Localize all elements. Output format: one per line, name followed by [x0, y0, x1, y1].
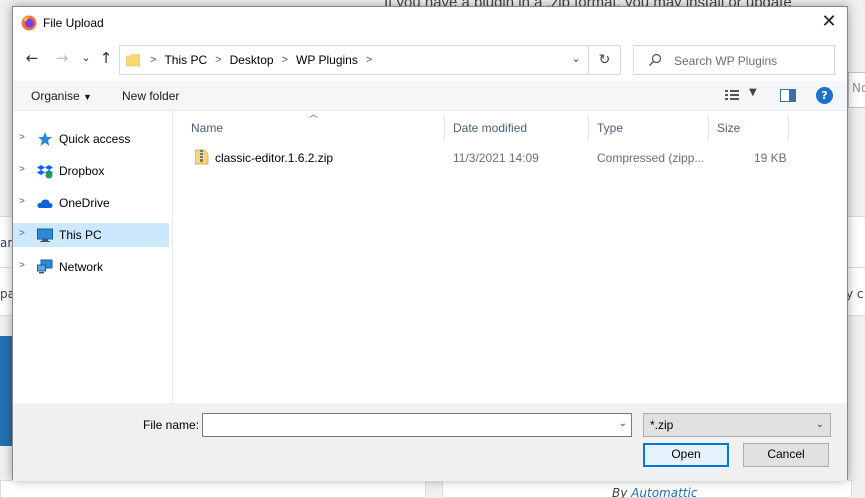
search-placeholder: Search WP Plugins — [674, 54, 778, 68]
back-button[interactable]: ← — [21, 47, 43, 71]
file-date: 11/3/2021 14:09 — [453, 151, 539, 165]
nav-item-onedrive[interactable]: > OneDrive — [13, 191, 169, 215]
search-box[interactable]: Search WP Plugins — [633, 45, 835, 75]
cancel-button[interactable]: Cancel — [743, 443, 829, 467]
background-author-link[interactable]: Automattic — [631, 486, 697, 498]
file-row[interactable]: classic-editor.1.6.2.zip 11/3/2021 14:09… — [183, 147, 787, 169]
organise-button[interactable]: Organise ▼ — [31, 89, 92, 103]
network-icon — [37, 259, 53, 274]
computer-icon — [37, 228, 53, 242]
background-author: By Automattic — [612, 486, 698, 498]
star-icon — [38, 132, 52, 146]
nav-item-quick-access[interactable]: > Quick access — [13, 127, 169, 151]
chevron-down-icon[interactable]: ⌄ — [619, 418, 627, 429]
column-header-date-modified[interactable]: Date modified — [445, 115, 589, 139]
view-options-icon[interactable] — [725, 89, 739, 101]
forward-button[interactable]: → — [51, 47, 73, 71]
zip-folder-icon — [195, 149, 209, 165]
file-name-label: File name: — [143, 418, 200, 432]
file-name-combobox[interactable]: ⌄ — [202, 413, 632, 437]
chevron-down-icon[interactable]: ⌄ — [568, 52, 584, 68]
background-card — [0, 480, 426, 498]
background-plugin-banner — [0, 336, 12, 446]
breadcrumb: > This PC > Desktop > WP Plugins > — [150, 53, 380, 67]
navigation-pane: > Quick access > Dropbox > OneDrive > Th… — [13, 111, 173, 403]
up-button[interactable]: ↑ — [95, 47, 117, 71]
file-upload-dialog: File Upload ✕ ← → ⌄ ↑ > This PC > Deskto… — [12, 6, 849, 481]
navigation-row: ← → ⌄ ↑ > This PC > Desktop > WP Plugins… — [13, 43, 847, 77]
file-type-filter[interactable]: *.zip ⌄ — [643, 413, 831, 437]
cloud-icon — [37, 199, 53, 208]
breadcrumb-this-pc[interactable]: This PC — [164, 53, 207, 67]
breadcrumb-wp-plugins[interactable]: WP Plugins — [296, 53, 358, 67]
file-list: ︿ Name Date modified Type Size classic-e… — [179, 110, 849, 403]
preview-pane-icon[interactable] — [780, 89, 796, 102]
dialog-title: File Upload — [43, 16, 104, 30]
chevron-down-icon[interactable]: ▼ — [749, 87, 757, 98]
recent-locations-button[interactable]: ⌄ — [75, 47, 97, 71]
firefox-icon — [21, 15, 37, 31]
column-header-type[interactable]: Type — [589, 115, 709, 139]
breadcrumb-separator: > — [215, 54, 222, 66]
file-type: Compressed (zipp... — [597, 151, 705, 165]
column-header-size[interactable]: Size — [709, 115, 789, 139]
breadcrumb-separator: > — [365, 54, 373, 66]
breadcrumb-separator: > — [281, 54, 289, 66]
nav-item-network[interactable]: > Network — [13, 255, 169, 279]
dialog-footer: File name: ⌄ *.zip ⌄ Open Cancel — [13, 403, 847, 481]
help-button[interactable]: ? — [816, 87, 833, 104]
chevron-right-icon[interactable]: > — [19, 260, 25, 271]
file-name: classic-editor.1.6.2.zip — [215, 151, 334, 165]
column-header-name[interactable]: Name — [183, 115, 445, 139]
nav-item-dropbox[interactable]: > Dropbox — [13, 159, 169, 183]
new-folder-button[interactable]: New folder — [122, 89, 179, 103]
folder-icon — [126, 54, 140, 67]
file-type-filter-value: *.zip — [650, 418, 674, 432]
breadcrumb-desktop[interactable]: Desktop — [230, 53, 274, 67]
chevron-right-icon[interactable]: > — [19, 132, 25, 143]
refresh-button[interactable]: ↻ — [588, 46, 620, 74]
background-text-fragment: ar — [0, 236, 13, 250]
chevron-right-icon[interactable]: > — [19, 164, 25, 175]
chevron-down-icon: ⌄ — [815, 419, 824, 430]
nav-item-this-pc[interactable]: > This PC — [13, 223, 169, 247]
search-icon — [649, 53, 662, 66]
dropbox-icon — [37, 165, 53, 179]
open-button[interactable]: Open — [643, 443, 729, 467]
file-size: 19 KB — [754, 151, 787, 165]
chevron-right-icon[interactable]: > — [19, 196, 25, 207]
close-button[interactable]: ✕ — [815, 11, 843, 35]
command-toolbar: Organise ▼ New folder ▼ ? — [13, 81, 847, 111]
background-field-strip: No — [848, 72, 865, 108]
file-name-input[interactable] — [205, 416, 605, 434]
breadcrumb-separator: > — [150, 54, 157, 66]
chevron-right-icon[interactable]: > — [19, 228, 25, 239]
chevron-down-icon: ▼ — [83, 92, 92, 102]
address-bar[interactable]: > This PC > Desktop > WP Plugins > ⌄ ↻ — [119, 45, 621, 75]
title-bar: File Upload ✕ — [13, 7, 847, 39]
